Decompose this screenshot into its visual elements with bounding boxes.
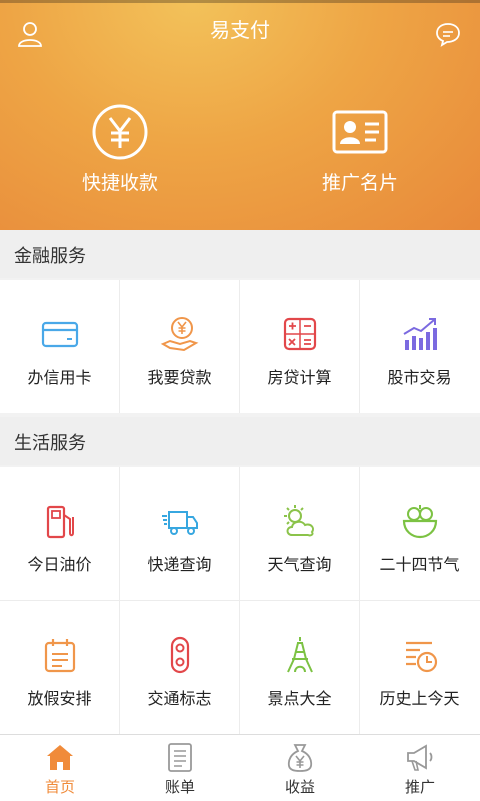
delivery-truck-icon: [161, 511, 198, 535]
credit-card-icon: [41, 321, 78, 348]
grid-item-loan[interactable]: 我要贷款: [120, 280, 239, 413]
grid-item-label: 办信用卡: [27, 368, 92, 387]
grid-item-credit-card[interactable]: 办信用卡: [0, 280, 119, 413]
vegetable-bowl-icon: [402, 505, 437, 539]
tower-icon: [286, 637, 313, 673]
fuel-pump-icon: [46, 505, 74, 539]
tab-promote[interactable]: 推广: [360, 735, 480, 801]
life-section-header: 生活服务: [0, 417, 480, 465]
home-icon: [47, 745, 73, 770]
section-title: 金融服务: [14, 246, 86, 267]
grid-item-traffic-signs[interactable]: 交通标志: [120, 601, 239, 734]
megaphone-icon: [407, 744, 433, 771]
bottom-tab-bar: 首页 账单 收益 推广: [0, 734, 480, 801]
calendar-icon: [44, 639, 75, 673]
finance-section-header: 金融服务: [0, 230, 480, 278]
grid-item-oil-price[interactable]: 今日油价: [0, 467, 119, 600]
tab-home[interactable]: 首页: [0, 735, 120, 801]
grid-item-express[interactable]: 快递查询: [120, 467, 239, 600]
loan-hand-icon: [160, 317, 198, 352]
calculator-icon: [283, 317, 316, 351]
section-title: 生活服务: [14, 433, 86, 454]
grid-item-label: 今日油价: [27, 555, 92, 574]
grid-item-label: 快递查询: [147, 555, 212, 574]
grid-item-label: 天气查询: [267, 555, 332, 574]
tab-label: 账单: [164, 778, 195, 796]
grid-item-history-today[interactable]: 历史上今天: [360, 601, 479, 734]
grid-item-holiday[interactable]: 放假安排: [0, 601, 119, 734]
id-card-icon: [332, 110, 388, 154]
header-banner: 易支付 快捷收款 推广名片: [0, 0, 480, 230]
tab-label: 收益: [284, 778, 315, 796]
grid-item-stock[interactable]: 股市交易: [360, 280, 479, 413]
traffic-light-icon: [170, 636, 189, 674]
grid-item-solar-terms[interactable]: 二十四节气: [360, 467, 479, 600]
life-grid: 今日油价 快递查询 天气查询 二十四节气 放假安排 交通标志 景点大全 历史上今…: [0, 467, 480, 734]
user-profile-button[interactable]: [14, 18, 46, 50]
grid-item-label: 我要贷款: [147, 368, 212, 387]
weather-icon: [283, 505, 314, 537]
quick-receive-label: 快捷收款: [81, 172, 158, 194]
grid-item-label: 房贷计算: [267, 368, 332, 387]
app-title: 易支付: [210, 18, 270, 42]
grid-item-label: 交通标志: [147, 689, 212, 708]
bill-icon: [168, 743, 192, 772]
money-bag-icon: [287, 744, 313, 772]
quick-receive-button[interactable]: 快捷收款: [40, 102, 200, 195]
message-button[interactable]: [432, 18, 464, 50]
tab-earnings[interactable]: 收益: [240, 735, 360, 801]
history-clock-icon: [405, 641, 437, 673]
stock-chart-icon: [402, 318, 437, 350]
chat-bubble-icon: [436, 23, 460, 47]
finance-grid: 办信用卡 我要贷款 房贷计算 股市交易: [0, 280, 480, 413]
grid-item-weather[interactable]: 天气查询: [240, 467, 359, 600]
status-bar-strip: [0, 0, 480, 3]
promo-card-button[interactable]: 推广名片: [280, 102, 440, 195]
user-icon: [18, 22, 42, 47]
tab-label: 推广: [404, 778, 435, 796]
grid-item-attractions[interactable]: 景点大全: [240, 601, 359, 734]
tab-bills[interactable]: 账单: [120, 735, 240, 801]
grid-item-mortgage-calc[interactable]: 房贷计算: [240, 280, 359, 413]
grid-item-label: 历史上今天: [379, 689, 460, 708]
tab-label: 首页: [44, 778, 75, 796]
grid-item-label: 放假安排: [27, 689, 92, 708]
grid-item-label: 二十四节气: [379, 555, 460, 574]
promo-card-label: 推广名片: [321, 172, 398, 194]
yen-circle-icon: [92, 104, 148, 160]
grid-item-label: 股市交易: [387, 368, 452, 387]
grid-item-label: 景点大全: [267, 689, 332, 708]
